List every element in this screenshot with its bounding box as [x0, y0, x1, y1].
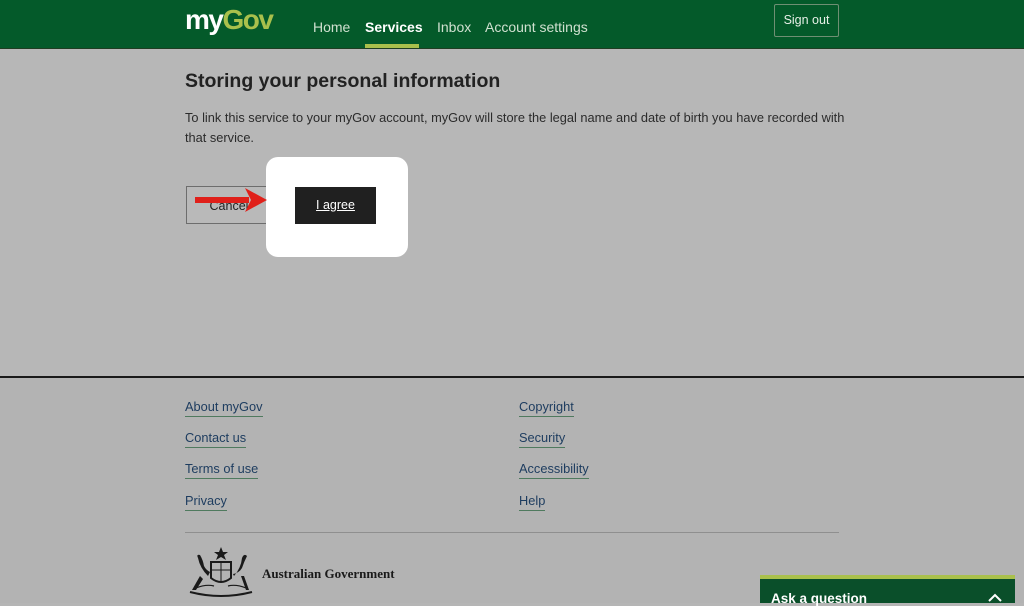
active-nav-indicator [365, 44, 419, 48]
footer-link-about-mygov[interactable]: About myGov [185, 399, 263, 417]
nav-account-settings[interactable]: Account settings [485, 18, 588, 36]
nav-services[interactable]: Services [365, 18, 423, 36]
footer-divider [185, 532, 839, 533]
site-header: myGov Home Services Inbox Account settin… [0, 0, 1024, 49]
site-footer [0, 378, 1024, 603]
nav-inbox[interactable]: Inbox [437, 18, 471, 36]
sign-out-button[interactable]: Sign out [774, 4, 839, 37]
main-content [0, 49, 1024, 377]
footer-link-copyright[interactable]: Copyright [519, 399, 574, 417]
page-title: Storing your personal information [185, 70, 501, 92]
ask-a-question-panel[interactable]: Ask a question [760, 575, 1015, 606]
footer-link-terms-of-use[interactable]: Terms of use [185, 461, 259, 479]
australian-government-text: Australian Government [262, 566, 395, 581]
footer-link-privacy[interactable]: Privacy [185, 493, 227, 511]
chevron-up-icon[interactable] [988, 593, 1002, 603]
i-agree-button[interactable]: I agree [295, 187, 376, 224]
footer-link-help[interactable]: Help [519, 493, 546, 511]
ask-a-question-label: Ask a question [771, 591, 868, 606]
red-arrow-right-icon [195, 188, 267, 212]
footer-link-security[interactable]: Security [519, 430, 566, 448]
logo-my: my [185, 4, 224, 35]
mygov-logo[interactable]: myGov [185, 4, 274, 35]
footer-link-contact-us[interactable]: Contact us [185, 430, 247, 448]
intro-text: To link this service to your myGov accou… [185, 110, 845, 145]
nav-home[interactable]: Home [313, 18, 350, 36]
logo-gov: Gov [222, 4, 273, 35]
footer-link-accessibility[interactable]: Accessibility [519, 461, 589, 479]
coat-of-arms-icon [189, 547, 253, 597]
